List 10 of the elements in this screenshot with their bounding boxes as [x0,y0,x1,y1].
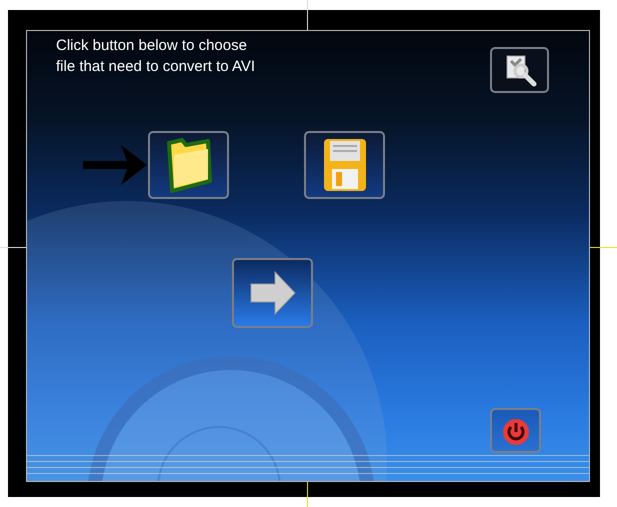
settings-button[interactable] [490,47,549,93]
folder-icon [166,137,212,193]
right-arrow-icon [248,270,296,316]
open-folder-button[interactable] [148,131,229,199]
convert-button[interactable] [232,258,313,328]
instruction-text: Click button below to choose [56,36,248,56]
power-button[interactable] [490,408,541,453]
pointer-arrow-icon [83,143,147,187]
instruction-text: file that need to convert to AVI [56,57,256,77]
save-button[interactable] [304,131,385,199]
